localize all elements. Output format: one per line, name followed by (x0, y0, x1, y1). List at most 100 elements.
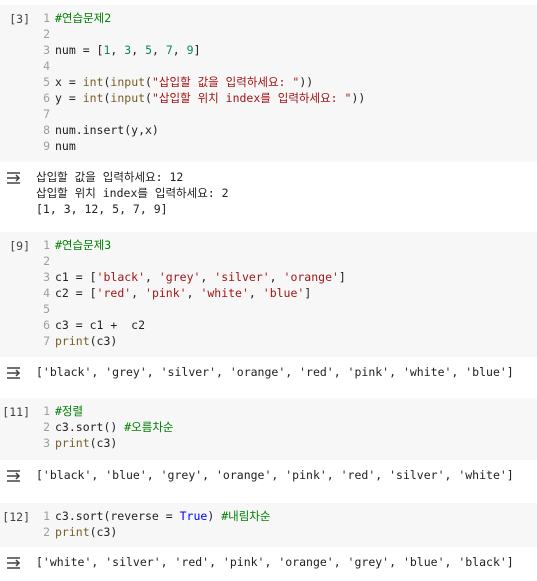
code-token: 'blue' (262, 286, 305, 300)
code-token: ) (207, 509, 222, 523)
code-line[interactable] (55, 58, 365, 74)
code-line[interactable]: c3.sort() #오름차순 (55, 419, 174, 435)
code-line[interactable]: y = int(input("삽입할 위치 index를 입력하세요: ")) (55, 90, 365, 106)
code-token: #내림차순 (221, 509, 271, 523)
code-token: ] (193, 43, 201, 57)
code-line[interactable]: num.insert(y,x) (55, 122, 365, 138)
line-number: 3 (43, 270, 50, 284)
code-token: c3 = c1 + c2 (55, 318, 146, 332)
code-cell-2[interactable]: [9] 1 2 3 4 5 6 7 #연습문제3 c1 = ['black', 'grey',… (0, 232, 537, 357)
line-number: 1 (43, 509, 50, 523)
code-line[interactable]: c2 = ['red', 'pink', 'white', 'blue'] (55, 285, 346, 301)
output-toggle-icon[interactable] (6, 556, 24, 570)
line-number: 2 (43, 420, 50, 434)
code-token: #연습문제3 (55, 238, 112, 252)
cell-output: 삽입할 값을 입력하세요: 12 삽입할 위치 index를 입력하세요: 2 [1… (36, 169, 229, 217)
code-token: 'orange' (283, 270, 339, 284)
code-token: , (131, 286, 146, 300)
code-token: , (131, 43, 146, 57)
code-token: 'pink' (145, 286, 187, 300)
code-cell-4[interactable]: [12] 12 c3.sort(reverse = True) #내림차순 pri… (0, 503, 537, 547)
code-line[interactable]: print(c3) (55, 524, 270, 540)
code-token: print (55, 436, 90, 450)
code-line[interactable]: #연습문제3 (55, 237, 346, 253)
line-number: 2 (43, 254, 50, 268)
code-token: print (55, 334, 90, 348)
code-token: (c3) (89, 334, 118, 348)
code-editor[interactable]: #연습문제3 c1 = ['black', 'grey', 'silver', '… (55, 237, 346, 349)
line-number: 5 (43, 75, 50, 89)
code-token: x = (55, 75, 83, 89)
line-number: 4 (43, 59, 50, 73)
line-number: 7 (43, 107, 50, 121)
execution-count: [9] (9, 239, 30, 253)
output-line: ['black', 'grey', 'silver', 'orange', 'r… (36, 365, 514, 379)
code-token: num (55, 139, 76, 153)
code-token: , (110, 43, 125, 57)
cell-output: ['white', 'silver', 'red', 'pink', 'oran… (36, 554, 514, 570)
code-editor[interactable]: #연습문제2 num = [1, 3, 5, 7, 9] x = int(input… (55, 10, 365, 154)
code-token: 'white' (200, 286, 249, 300)
code-token: num.insert(y,x) (55, 123, 159, 137)
code-token: )) (351, 91, 366, 105)
code-line[interactable]: num = [1, 3, 5, 7, 9] (55, 42, 365, 58)
code-token: num = [ (55, 43, 104, 57)
line-number: 2 (43, 27, 50, 41)
code-line[interactable] (55, 26, 365, 42)
code-line[interactable] (55, 106, 365, 122)
code-token: "삽입할 값을 입력하세요: " (151, 75, 300, 89)
line-number: 3 (43, 436, 50, 450)
line-numbers: 1 2 3 4 5 6 7 (36, 237, 50, 349)
code-editor[interactable]: #정렬 c3.sort() #오름차순 print(c3) (55, 403, 174, 451)
line-numbers: 12 (36, 508, 50, 540)
code-token: 5 (145, 43, 152, 57)
output-area-2: ['black', 'grey', 'silver', 'orange', 'r… (0, 362, 537, 387)
code-line[interactable] (55, 301, 346, 317)
code-token: , (145, 270, 159, 284)
code-line[interactable]: #연습문제2 (55, 10, 365, 26)
code-line[interactable]: print(c3) (55, 333, 346, 349)
output-line: [1, 3, 12, 5, 7, 9] (36, 202, 168, 216)
code-token: (c3) (89, 525, 118, 539)
output-toggle-icon[interactable] (6, 171, 24, 185)
code-token: c2 = [ (55, 286, 97, 300)
output-line: ['black', 'blue', 'grey', 'orange', 'pin… (36, 468, 514, 482)
code-line[interactable] (55, 253, 346, 269)
code-line[interactable]: c3 = c1 + c2 (55, 317, 346, 333)
output-toggle-icon[interactable] (6, 366, 24, 380)
code-cell-1[interactable]: [3] 1 2 3 4 5 6 7 8 9 #연습문제2 num = [1, 3, 5, 7, 9… (0, 5, 537, 162)
code-token: ] (338, 270, 346, 284)
line-number: 6 (43, 318, 50, 332)
line-number: 9 (43, 139, 50, 153)
line-number: 2 (43, 525, 50, 539)
code-token: #정렬 (55, 404, 84, 418)
code-token: 'black' (96, 270, 146, 284)
line-number: 1 (43, 404, 50, 418)
code-line[interactable]: c1 = ['black', 'grey', 'silver', 'orange… (55, 269, 346, 285)
code-line[interactable]: c3.sort(reverse = True) #내림차순 (55, 508, 270, 524)
code-token: 'red' (96, 286, 132, 300)
execution-count: [12] (2, 510, 30, 524)
line-number: 3 (43, 43, 50, 57)
code-token: 'silver' (214, 270, 270, 284)
code-line[interactable]: num (55, 138, 365, 154)
output-toggle-icon[interactable] (6, 469, 24, 483)
code-line[interactable]: #정렬 (55, 403, 174, 419)
output-line: ['white', 'silver', 'red', 'pink', 'oran… (36, 555, 514, 569)
code-token: , (200, 270, 215, 284)
code-token: 9 (186, 43, 194, 57)
cell-output: ['black', 'blue', 'grey', 'orange', 'pin… (36, 467, 514, 483)
code-token: c3.sort(reverse = (55, 509, 180, 523)
code-cell-3[interactable]: [11] 123 #정렬 c3.sort() #오름차순 print(c3) (0, 398, 537, 460)
code-line[interactable]: x = int(input("삽입할 값을 입력하세요: ")) (55, 74, 365, 90)
code-token: ( (145, 91, 152, 105)
line-number: 7 (43, 334, 50, 348)
code-token: (c3) (89, 436, 118, 450)
code-token: c3.sort() (55, 420, 125, 434)
code-editor[interactable]: c3.sort(reverse = True) #내림차순 print(c3) (55, 508, 270, 540)
code-line[interactable]: print(c3) (55, 435, 174, 451)
code-token: , (248, 286, 263, 300)
line-number: 5 (43, 302, 50, 316)
cell-output: ['black', 'grey', 'silver', 'orange', 'r… (36, 364, 514, 380)
execution-count: [3] (9, 12, 30, 26)
